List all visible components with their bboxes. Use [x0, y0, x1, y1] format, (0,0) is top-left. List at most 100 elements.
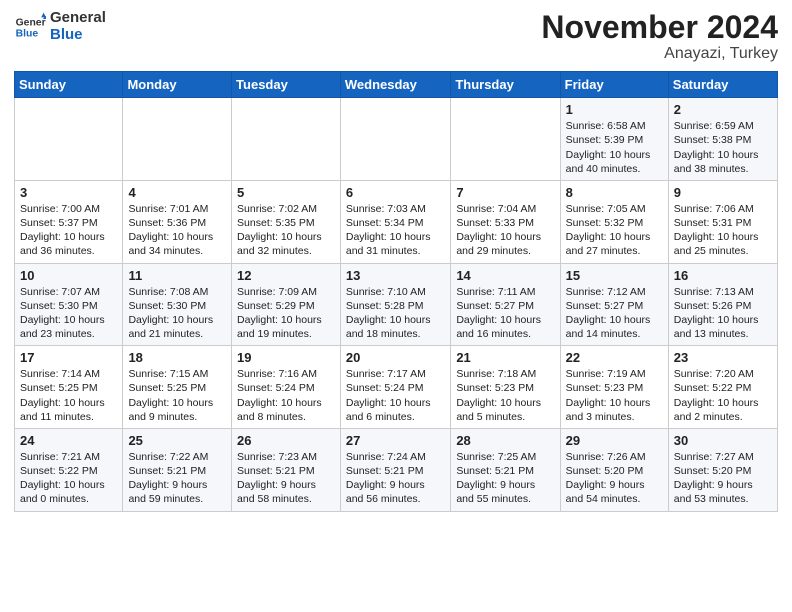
- week-row-3: 10 Sunrise: 7:07 AM Sunset: 5:30 PM Dayli…: [15, 263, 778, 346]
- day-cell: 28Sunrise: 7:25 AM Sunset: 5:21 PM Dayli…: [451, 428, 560, 511]
- day-info: Sunrise: 7:06 AM Sunset: 5:31 PM Dayligh…: [674, 202, 772, 259]
- day-cell: 11Sunrise: 7:08 AM Sunset: 5:30 PM Dayli…: [123, 263, 232, 346]
- day-cell: 30 Sunrise: 7:27 AM Sunset: 5:20 PM Dayli…: [668, 428, 777, 511]
- day-cell: 12Sunrise: 7:09 AM Sunset: 5:29 PM Dayli…: [232, 263, 341, 346]
- day-cell: 10 Sunrise: 7:07 AM Sunset: 5:30 PM Dayli…: [15, 263, 123, 346]
- weekday-header-sunday: Sunday: [15, 72, 123, 98]
- day-number: 14: [456, 268, 554, 283]
- day-number: 20: [346, 350, 445, 365]
- day-cell: 19 Sunrise: 7:16 AM Sunset: 5:24 PM Dayli…: [232, 346, 341, 429]
- logo: General Blue General Blue: [14, 10, 106, 43]
- day-info: Sunrise: 7:14 AM Sunset: 5:25 PM Dayligh…: [20, 367, 117, 424]
- day-number: 28: [456, 433, 554, 448]
- day-info: Sunrise: 7:18 AM Sunset: 5:23 PM Dayligh…: [456, 367, 554, 424]
- day-info: Sunrise: 7:17 AM Sunset: 5:24 PM Dayligh…: [346, 367, 445, 424]
- day-number: 3: [20, 185, 117, 200]
- day-cell: 2 Sunrise: 6:59 AM Sunset: 5:38 PM Daylig…: [668, 98, 777, 181]
- day-number: 6: [346, 185, 445, 200]
- week-row-5: 24Sunrise: 7:21 AM Sunset: 5:22 PM Dayli…: [15, 428, 778, 511]
- day-cell: 15 Sunrise: 7:12 AM Sunset: 5:27 PM Dayli…: [560, 263, 668, 346]
- weekday-header-thursday: Thursday: [451, 72, 560, 98]
- day-info: Sunrise: 7:26 AM Sunset: 5:20 PM Dayligh…: [566, 450, 663, 507]
- svg-text:General: General: [16, 17, 46, 28]
- logo-general-text: General: [50, 10, 106, 27]
- day-number: 13: [346, 268, 445, 283]
- day-info: Sunrise: 7:27 AM Sunset: 5:20 PM Dayligh…: [674, 450, 772, 507]
- day-number: 2: [674, 102, 772, 117]
- day-cell: [451, 98, 560, 181]
- day-info: Sunrise: 7:24 AM Sunset: 5:21 PM Dayligh…: [346, 450, 445, 507]
- day-cell: 20 Sunrise: 7:17 AM Sunset: 5:24 PM Dayli…: [340, 346, 450, 429]
- day-number: 16: [674, 268, 772, 283]
- day-info: Sunrise: 7:07 AM Sunset: 5:30 PM Dayligh…: [20, 285, 117, 342]
- weekday-header-monday: Monday: [123, 72, 232, 98]
- weekday-header-row: SundayMondayTuesdayWednesdayThursdayFrid…: [15, 72, 778, 98]
- day-number: 1: [566, 102, 663, 117]
- day-number: 12: [237, 268, 335, 283]
- day-info: Sunrise: 7:00 AM Sunset: 5:37 PM Dayligh…: [20, 202, 117, 259]
- day-cell: 7 Sunrise: 7:04 AM Sunset: 5:33 PM Daylig…: [451, 180, 560, 263]
- day-info: Sunrise: 7:12 AM Sunset: 5:27 PM Dayligh…: [566, 285, 663, 342]
- day-number: 7: [456, 185, 554, 200]
- day-info: Sunrise: 7:16 AM Sunset: 5:24 PM Dayligh…: [237, 367, 335, 424]
- day-cell: 24Sunrise: 7:21 AM Sunset: 5:22 PM Dayli…: [15, 428, 123, 511]
- day-info: Sunrise: 7:20 AM Sunset: 5:22 PM Dayligh…: [674, 367, 772, 424]
- day-info: Sunrise: 6:59 AM Sunset: 5:38 PM Dayligh…: [674, 119, 772, 176]
- day-cell: [232, 98, 341, 181]
- day-number: 10: [20, 268, 117, 283]
- day-number: 27: [346, 433, 445, 448]
- day-cell: 16 Sunrise: 7:13 AM Sunset: 5:26 PM Dayli…: [668, 263, 777, 346]
- day-info: Sunrise: 7:19 AM Sunset: 5:23 PM Dayligh…: [566, 367, 663, 424]
- day-cell: 29Sunrise: 7:26 AM Sunset: 5:20 PM Dayli…: [560, 428, 668, 511]
- calendar-subtitle: Anayazi, Turkey: [541, 45, 778, 63]
- day-number: 4: [128, 185, 226, 200]
- day-number: 9: [674, 185, 772, 200]
- day-cell: 23 Sunrise: 7:20 AM Sunset: 5:22 PM Dayli…: [668, 346, 777, 429]
- day-number: 11: [128, 268, 226, 283]
- day-info: Sunrise: 7:11 AM Sunset: 5:27 PM Dayligh…: [456, 285, 554, 342]
- day-cell: 18 Sunrise: 7:15 AM Sunset: 5:25 PM Dayli…: [123, 346, 232, 429]
- day-cell: 8Sunrise: 7:05 AM Sunset: 5:32 PM Daylig…: [560, 180, 668, 263]
- weekday-header-tuesday: Tuesday: [232, 72, 341, 98]
- day-cell: 9 Sunrise: 7:06 AM Sunset: 5:31 PM Daylig…: [668, 180, 777, 263]
- day-number: 18: [128, 350, 226, 365]
- day-number: 25: [128, 433, 226, 448]
- day-number: 5: [237, 185, 335, 200]
- day-cell: 14 Sunrise: 7:11 AM Sunset: 5:27 PM Dayli…: [451, 263, 560, 346]
- week-row-1: 1 Sunrise: 6:58 AM Sunset: 5:39 PM Daylig…: [15, 98, 778, 181]
- day-number: 19: [237, 350, 335, 365]
- day-cell: 22 Sunrise: 7:19 AM Sunset: 5:23 PM Dayli…: [560, 346, 668, 429]
- day-info: Sunrise: 7:22 AM Sunset: 5:21 PM Dayligh…: [128, 450, 226, 507]
- day-number: 8: [566, 185, 663, 200]
- day-info: Sunrise: 7:04 AM Sunset: 5:33 PM Dayligh…: [456, 202, 554, 259]
- day-cell: [123, 98, 232, 181]
- day-info: Sunrise: 7:02 AM Sunset: 5:35 PM Dayligh…: [237, 202, 335, 259]
- day-info: Sunrise: 7:13 AM Sunset: 5:26 PM Dayligh…: [674, 285, 772, 342]
- calendar-table: SundayMondayTuesdayWednesdayThursdayFrid…: [14, 71, 778, 511]
- day-cell: 6 Sunrise: 7:03 AM Sunset: 5:34 PM Daylig…: [340, 180, 450, 263]
- logo-icon: General Blue: [14, 11, 46, 43]
- day-info: Sunrise: 7:03 AM Sunset: 5:34 PM Dayligh…: [346, 202, 445, 259]
- day-cell: 25 Sunrise: 7:22 AM Sunset: 5:21 PM Dayli…: [123, 428, 232, 511]
- day-number: 22: [566, 350, 663, 365]
- day-cell: 21Sunrise: 7:18 AM Sunset: 5:23 PM Dayli…: [451, 346, 560, 429]
- day-number: 30: [674, 433, 772, 448]
- day-number: 26: [237, 433, 335, 448]
- day-number: 23: [674, 350, 772, 365]
- day-cell: 3 Sunrise: 7:00 AM Sunset: 5:37 PM Daylig…: [15, 180, 123, 263]
- day-number: 15: [566, 268, 663, 283]
- day-info: Sunrise: 7:15 AM Sunset: 5:25 PM Dayligh…: [128, 367, 226, 424]
- day-cell: 4Sunrise: 7:01 AM Sunset: 5:36 PM Daylig…: [123, 180, 232, 263]
- week-row-2: 3 Sunrise: 7:00 AM Sunset: 5:37 PM Daylig…: [15, 180, 778, 263]
- day-cell: [15, 98, 123, 181]
- day-info: Sunrise: 7:21 AM Sunset: 5:22 PM Dayligh…: [20, 450, 117, 507]
- header: General Blue General Blue November 2024 …: [14, 10, 778, 63]
- logo-blue-text: Blue: [50, 27, 106, 44]
- day-cell: 27 Sunrise: 7:24 AM Sunset: 5:21 PM Dayli…: [340, 428, 450, 511]
- day-info: Sunrise: 7:23 AM Sunset: 5:21 PM Dayligh…: [237, 450, 335, 507]
- day-cell: 5 Sunrise: 7:02 AM Sunset: 5:35 PM Daylig…: [232, 180, 341, 263]
- calendar-title: November 2024: [541, 10, 778, 45]
- day-cell: 13Sunrise: 7:10 AM Sunset: 5:28 PM Dayli…: [340, 263, 450, 346]
- day-number: 17: [20, 350, 117, 365]
- day-info: Sunrise: 6:58 AM Sunset: 5:39 PM Dayligh…: [566, 119, 663, 176]
